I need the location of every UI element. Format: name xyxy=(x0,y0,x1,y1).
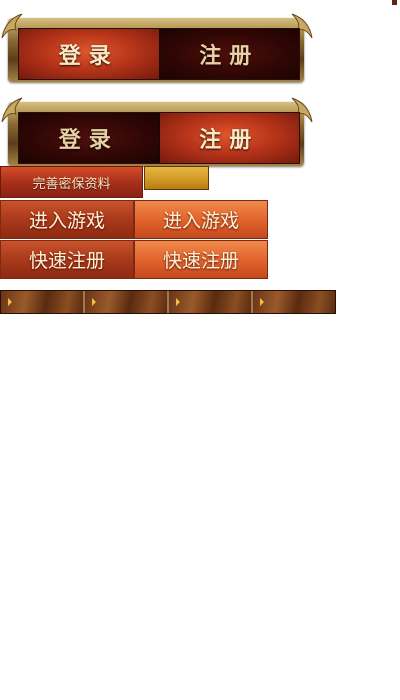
triangle-right-icon xyxy=(92,298,96,306)
quick-register-button[interactable]: 快速注册 xyxy=(0,240,134,279)
quick-register-button-hover[interactable]: 快速注册 xyxy=(134,240,268,279)
tab-login[interactable]: 登录 xyxy=(19,113,159,163)
menu-item[interactable] xyxy=(169,291,253,313)
enter-game-button-hover[interactable]: 进入游戏 xyxy=(134,200,268,239)
menu-strip xyxy=(0,290,336,314)
login-register-panel-register-active: 登录 注册 xyxy=(0,84,314,168)
complete-security-info-button[interactable]: 完善密保资料 xyxy=(0,166,143,198)
triangle-right-icon xyxy=(260,298,264,306)
login-register-panel-login-active: 登录 注册 xyxy=(0,0,314,84)
gold-button[interactable] xyxy=(144,166,209,190)
sprite-sheet: 登录 注册 登录 注册 完善密保资料 进入游戏 进入游戏 快速注册 快速注册 xyxy=(0,0,400,700)
tab-bar: 登录 注册 xyxy=(18,112,300,164)
menu-item[interactable] xyxy=(1,291,85,313)
tab-login[interactable]: 登录 xyxy=(19,29,159,79)
triangle-right-icon xyxy=(8,298,12,306)
triangle-right-icon xyxy=(176,298,180,306)
tab-bar: 登录 注册 xyxy=(18,28,300,80)
enter-game-button[interactable]: 进入游戏 xyxy=(0,200,134,239)
tab-register[interactable]: 注册 xyxy=(158,29,299,79)
menu-item[interactable] xyxy=(253,291,335,313)
tab-register[interactable]: 注册 xyxy=(158,113,299,163)
corner-marker xyxy=(392,0,397,5)
menu-item[interactable] xyxy=(85,291,169,313)
